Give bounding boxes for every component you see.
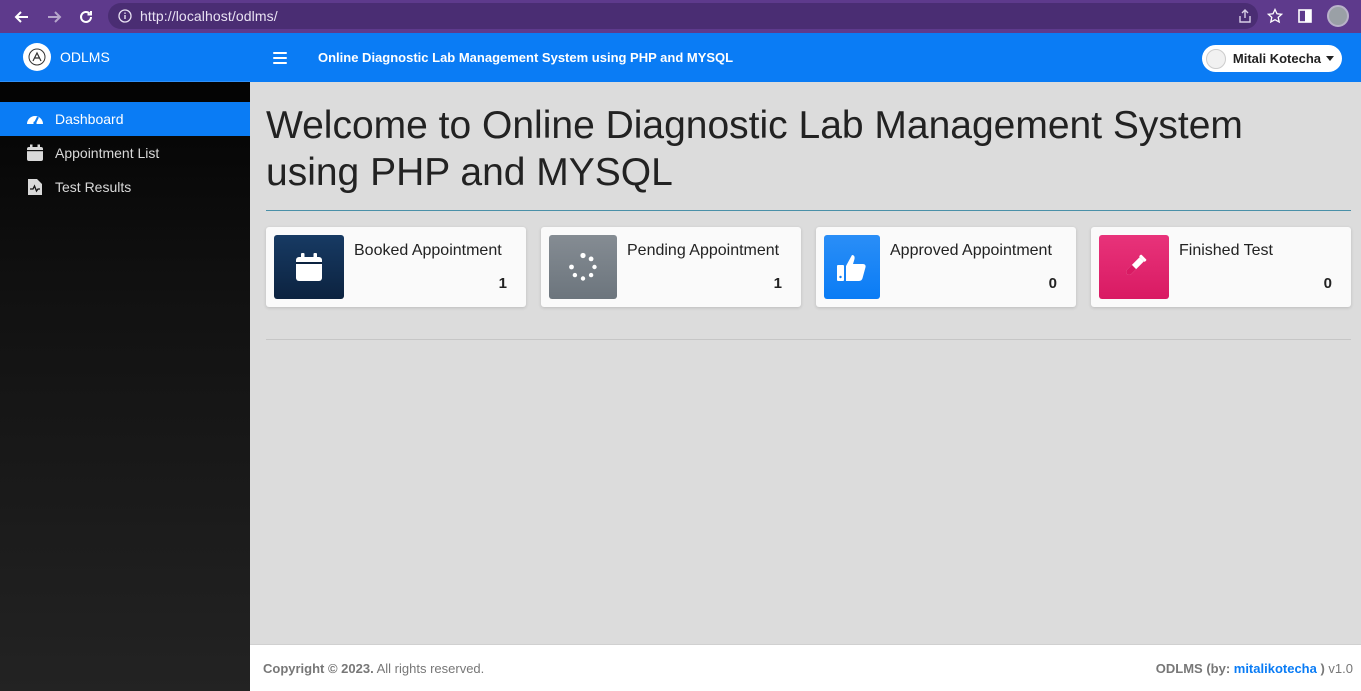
sidebar-item-appointment-list[interactable]: Appointment List xyxy=(0,136,250,170)
footer: Copyright © 2023. All rights reserved. O… xyxy=(250,644,1361,691)
back-button[interactable] xyxy=(8,3,36,31)
user-menu-dropdown[interactable]: Mitali Kotecha xyxy=(1201,45,1342,72)
card-label: Finished Test xyxy=(1179,242,1273,259)
menu-toggle-icon[interactable] xyxy=(273,51,287,64)
top-navbar: Online Diagnostic Lab Management System … xyxy=(250,33,1361,82)
calendar-icon xyxy=(274,235,344,299)
sidebar-item-label: Appointment List xyxy=(55,145,160,161)
page-title: Welcome to Online Diagnostic Lab Managem… xyxy=(266,104,1243,194)
reload-button[interactable] xyxy=(72,3,100,31)
divider xyxy=(266,339,1351,340)
sidebar-item-label: Dashboard xyxy=(55,111,124,127)
stat-card-pending[interactable]: Pending Appointment 1 xyxy=(541,227,801,307)
share-icon[interactable] xyxy=(1237,8,1253,24)
thumbs-up-icon xyxy=(824,235,880,299)
sidepanel-icon[interactable] xyxy=(1297,8,1313,24)
dashboard-gauge-icon xyxy=(25,109,45,129)
forward-button[interactable] xyxy=(40,3,68,31)
test-tube-icon xyxy=(1099,235,1169,299)
avatar xyxy=(1205,48,1226,69)
sidebar-item-dashboard[interactable]: Dashboard xyxy=(0,102,250,136)
navbar-title: Online Diagnostic Lab Management System … xyxy=(318,50,734,65)
brand-link[interactable]: ODLMS xyxy=(0,33,250,82)
profile-icon[interactable] xyxy=(1327,5,1349,27)
brand-name: ODLMS xyxy=(60,49,110,65)
card-value: 1 xyxy=(498,275,507,292)
reload-icon xyxy=(80,10,92,23)
card-label: Approved Appointment xyxy=(890,242,1052,259)
credit-close: ) xyxy=(1316,660,1325,676)
copyright-text: Copyright © 2023. xyxy=(263,660,374,676)
user-name: Mitali Kotecha xyxy=(1232,51,1321,66)
stat-card-finished[interactable]: Finished Test 0 xyxy=(1091,227,1351,307)
sidebar-menu: Dashboard Appointment List Test Results xyxy=(0,102,250,204)
author-link[interactable]: mitalikotecha xyxy=(1234,661,1317,676)
version-text: v1.0 xyxy=(1324,660,1353,676)
caret-down-icon xyxy=(1326,56,1334,61)
forward-arrow-icon xyxy=(48,10,62,23)
lab-logo-icon xyxy=(23,43,51,71)
url-text: http://localhost/odlms/ xyxy=(140,8,278,24)
main-content: Welcome to Online Diagnostic Lab Managem… xyxy=(250,82,1361,644)
browser-toolbar: http://localhost/odlms/ xyxy=(0,0,1361,33)
card-label: Pending Appointment xyxy=(627,242,780,259)
browser-actions xyxy=(1237,4,1349,28)
app-credit: ODLMS (by: xyxy=(1155,660,1234,676)
card-label: Booked Appointment xyxy=(354,242,502,259)
card-value: 0 xyxy=(1323,275,1332,292)
sidebar-item-test-results[interactable]: Test Results xyxy=(0,170,250,204)
divider xyxy=(266,210,1351,211)
address-bar[interactable]: http://localhost/odlms/ xyxy=(108,3,1258,29)
stat-card-approved[interactable]: Approved Appointment 0 xyxy=(816,227,1076,307)
rights-text: All rights reserved. xyxy=(373,660,485,676)
file-medical-icon xyxy=(25,177,45,197)
info-icon xyxy=(118,9,132,23)
card-value: 0 xyxy=(1048,275,1057,292)
star-icon[interactable] xyxy=(1267,8,1283,24)
spinner-icon xyxy=(549,235,617,299)
card-value: 1 xyxy=(773,275,782,292)
sidebar-item-label: Test Results xyxy=(55,179,132,195)
back-arrow-icon xyxy=(14,10,28,23)
stat-card-booked[interactable]: Booked Appointment 1 xyxy=(266,227,526,307)
calendar-icon xyxy=(25,143,45,163)
sidebar: ODLMS Dashboard Appointment List Test Re… xyxy=(0,33,250,691)
